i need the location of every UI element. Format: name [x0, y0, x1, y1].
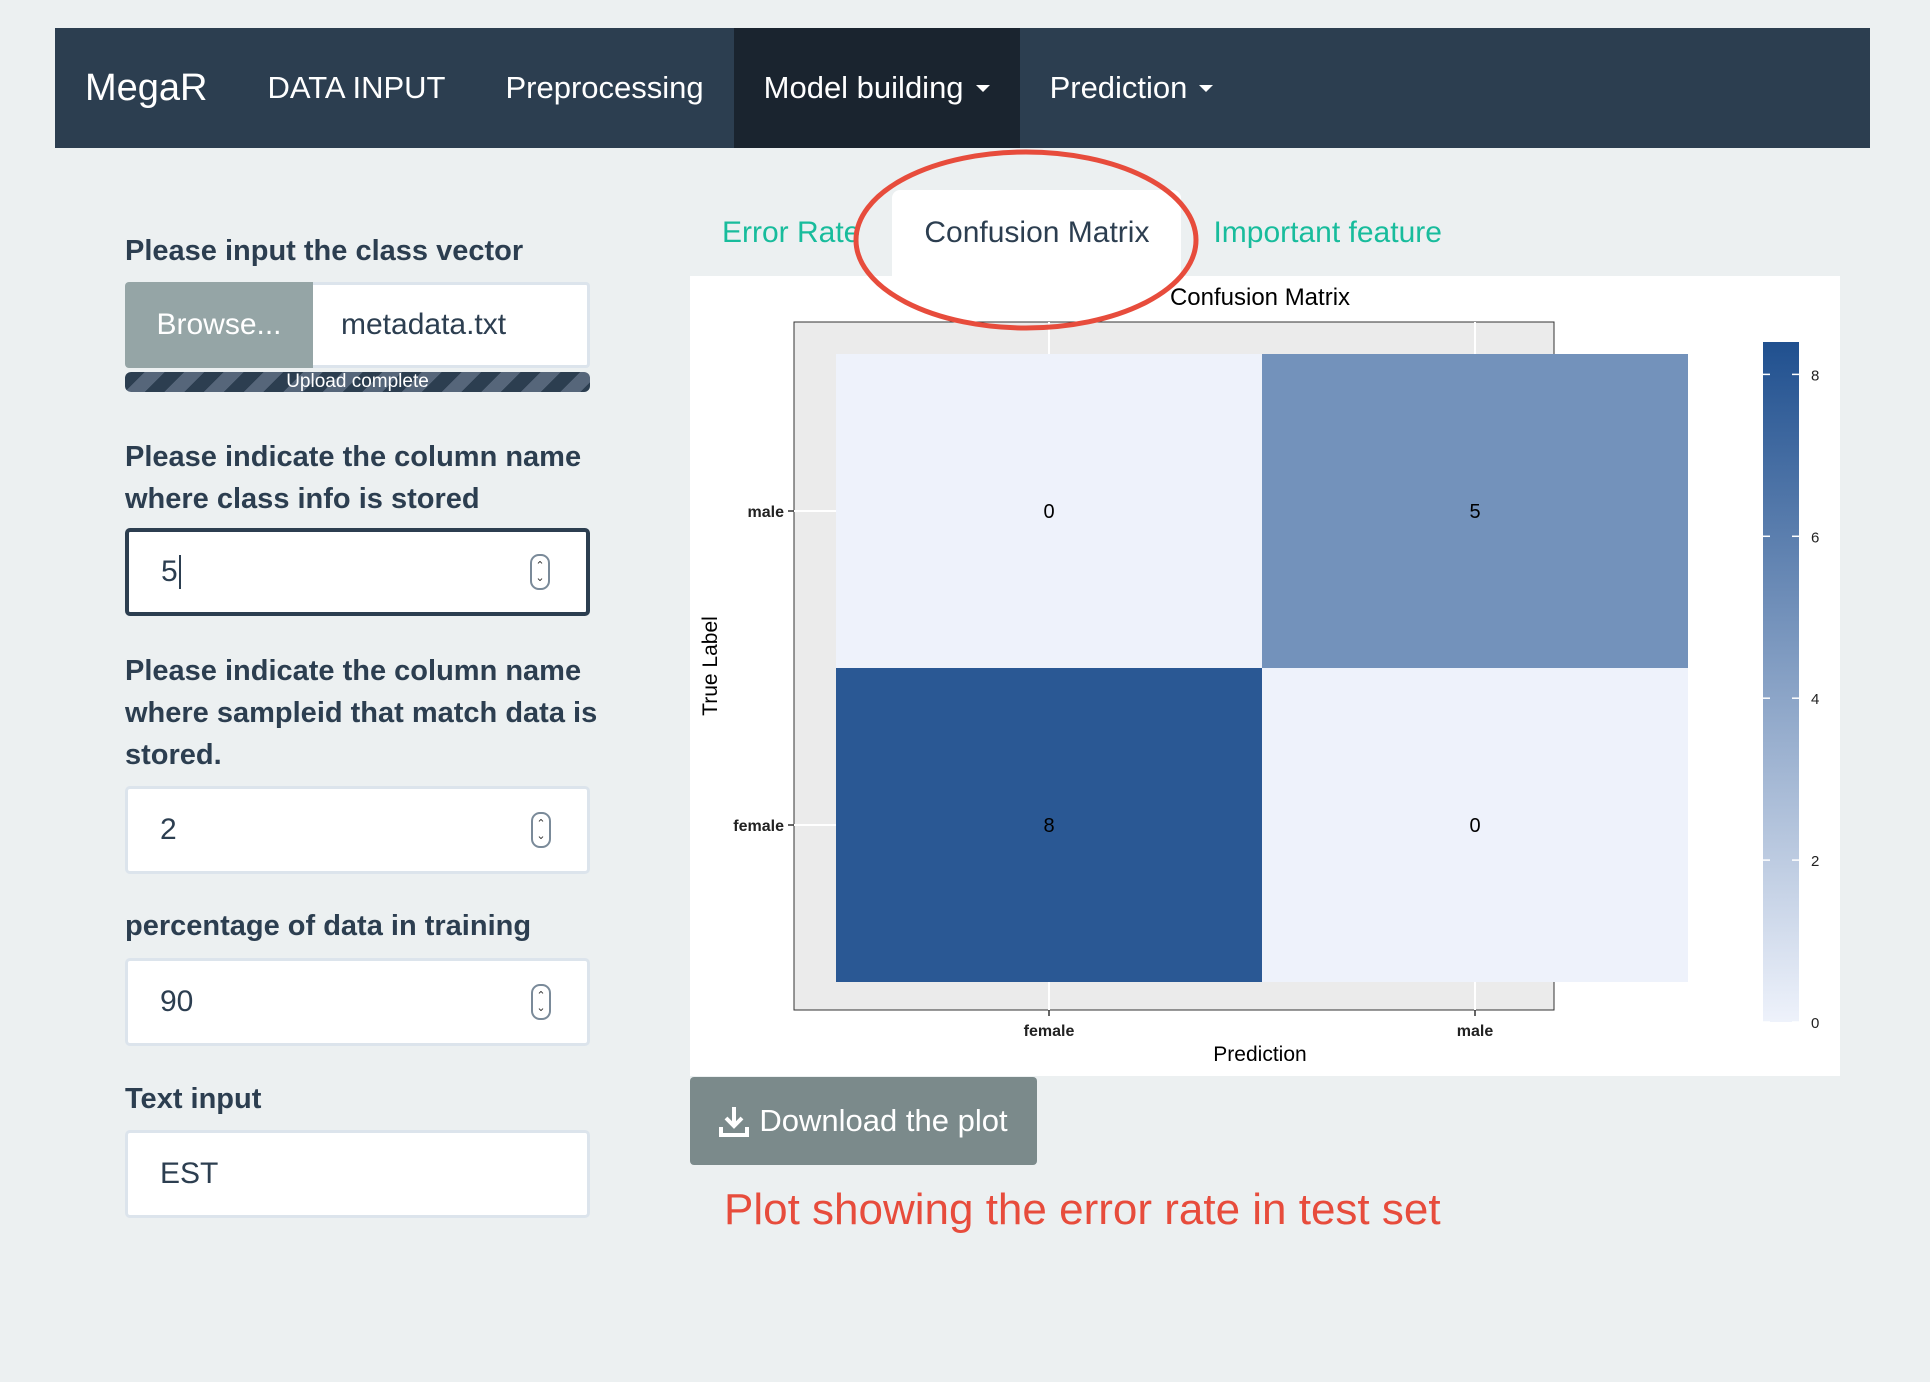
legend-tick-label: 6: [1811, 529, 1819, 546]
caret-down-icon: [1199, 84, 1214, 92]
text-input-value: EST: [160, 1157, 219, 1190]
text-cursor: [178, 555, 181, 589]
download-icon: [719, 1107, 750, 1137]
browse-button[interactable]: Browse...: [125, 282, 313, 368]
text-input-field[interactable]: EST: [125, 1130, 590, 1218]
tab-important-feature[interactable]: Important feature: [1181, 190, 1473, 276]
legend-color-bar: [1763, 342, 1799, 1022]
sampleid-label-line1: Please indicate the column name: [125, 655, 582, 687]
file-name-field[interactable]: metadata.txt: [313, 282, 590, 368]
nav-preprocessing[interactable]: Preprocessing: [475, 28, 733, 148]
sampleid-value: 2: [160, 813, 177, 846]
class-column-label-line1: Please indicate the column name: [125, 441, 582, 473]
training-percentage-input[interactable]: 90 ⌃ ⌄: [125, 958, 590, 1046]
cell-value-label: 5: [1469, 501, 1480, 523]
nav-prediction[interactable]: Prediction: [1020, 28, 1244, 148]
sidebar-panel: Please input the class vector Browse... …: [83, 168, 627, 1288]
tab-confusion-matrix[interactable]: Confusion Matrix: [892, 190, 1182, 276]
cell-value-label: 0: [1043, 501, 1054, 523]
cell-value-label: 8: [1043, 815, 1054, 837]
y-tick-label: male: [748, 504, 785, 521]
brand-logo[interactable]: MegaR: [55, 28, 238, 148]
class-column-label-line2: where class info is stored: [125, 483, 480, 515]
class-vector-label: Please input the class vector: [125, 235, 524, 267]
stepper-icon[interactable]: ⌃ ⌄: [531, 812, 551, 848]
tab-error-rate[interactable]: Error Rate: [690, 190, 892, 276]
download-label: Download the plot: [759, 1103, 1008, 1138]
legend-tick-label: 4: [1811, 691, 1819, 708]
plot-panel: Confusion Matrix 8 0 0 5 female male female male…: [690, 276, 1840, 1076]
class-column-input[interactable]: 5 ⌃ ⌄: [125, 528, 590, 616]
y-axis-label: True Label: [699, 616, 722, 716]
stepper-icon[interactable]: ⌃ ⌄: [530, 554, 550, 590]
x-axis-label: Prediction: [1213, 1043, 1306, 1066]
nav-label: Preprocessing: [505, 70, 704, 105]
training-value: 90: [160, 985, 194, 1018]
sampleid-label-line2: where sampleid that match data is: [125, 697, 598, 729]
tab-bar: Error Rate Confusion Matrix Important fe…: [690, 190, 1474, 276]
sampleid-column-input[interactable]: 2 ⌃ ⌄: [125, 786, 590, 874]
file-upload: Browse... metadata.txt: [125, 282, 590, 368]
download-plot-button[interactable]: Download the plot: [690, 1077, 1037, 1165]
nav-label: Prediction: [1049, 70, 1188, 105]
stepper-icon[interactable]: ⌃ ⌄: [531, 984, 551, 1020]
caret-down-icon: [975, 84, 990, 92]
sampleid-label-line3: stored.: [125, 739, 222, 771]
legend-tick-label: 2: [1811, 853, 1819, 870]
class-column-value: 5: [161, 555, 178, 588]
training-label: percentage of data in training: [125, 910, 532, 942]
legend-tick-label: 8: [1811, 367, 1819, 384]
y-tick-label: female: [733, 818, 784, 835]
navbar: MegaR DATA INPUT Preprocessing Model bui…: [55, 28, 1870, 148]
nav-label: DATA INPUT: [267, 70, 446, 105]
text-input-label: Text input: [125, 1083, 262, 1115]
x-tick-label: male: [1457, 1023, 1494, 1040]
annotation-caption: Plot showing the error rate in test set: [724, 1185, 1441, 1234]
nav-label: Model building: [763, 70, 964, 105]
nav-data-input[interactable]: DATA INPUT: [238, 28, 476, 148]
nav-model-building[interactable]: Model building: [733, 28, 1020, 148]
legend-tick-label: 0: [1811, 1015, 1819, 1032]
cell-value-label: 0: [1469, 815, 1480, 837]
chart-title: Confusion Matrix: [1170, 284, 1350, 311]
upload-progress-bar: Upload complete: [125, 372, 590, 392]
confusion-matrix-chart: Confusion Matrix 8 0 0 5 female male female male…: [699, 284, 1819, 1066]
x-tick-label: female: [1024, 1023, 1075, 1040]
